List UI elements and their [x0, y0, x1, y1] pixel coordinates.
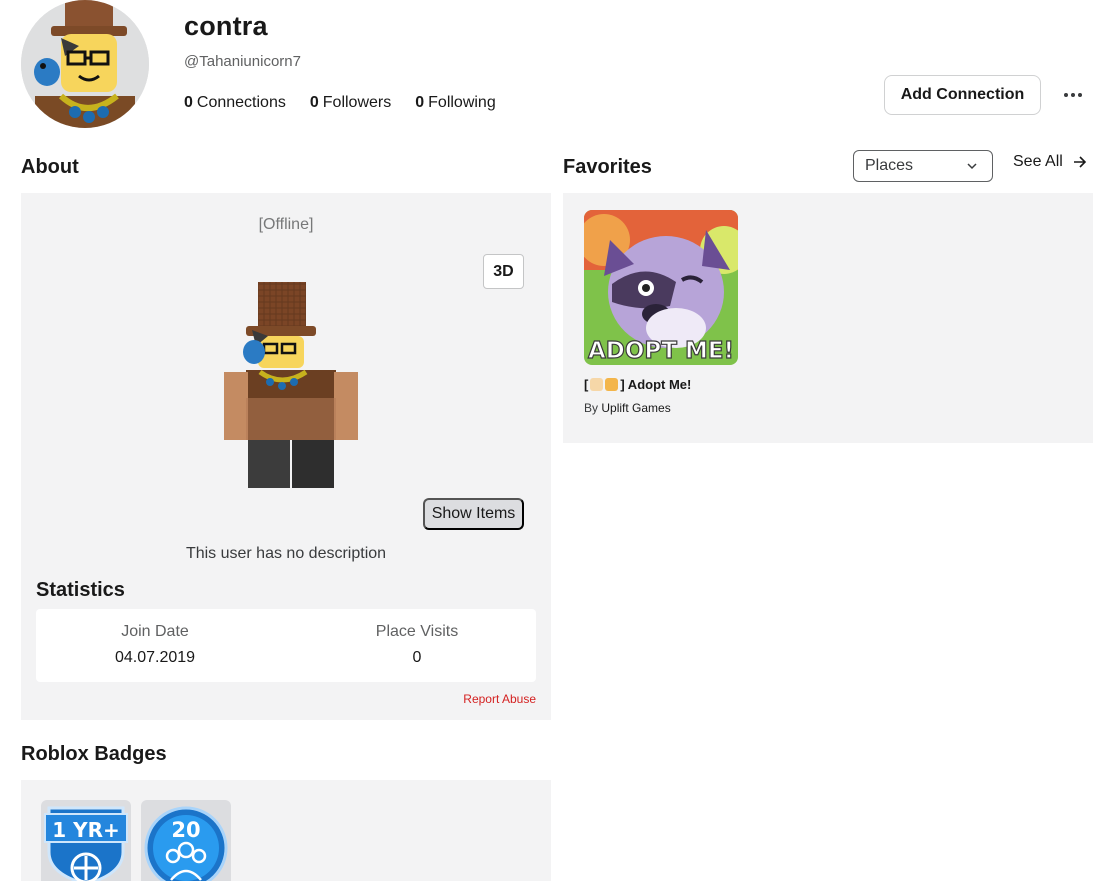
followers-link[interactable]: 0 Followers	[310, 94, 391, 112]
game-thumbnail[interactable]: ADOPT ME!	[584, 210, 738, 365]
join-date-stat: Join Date 04.07.2019	[65, 623, 245, 667]
display-name: contra	[184, 11, 268, 41]
game-name-suffix: ] Adopt Me!	[620, 377, 692, 392]
game-creator-link[interactable]: Uplift Games	[601, 401, 670, 415]
avatar-headshot[interactable]	[21, 0, 149, 128]
veteran-badge-icon[interactable]: 1 YR+	[41, 800, 131, 881]
game-name-prefix: [	[584, 377, 589, 392]
username: @Tahaniunicorn7	[184, 53, 301, 70]
game-name-link[interactable]: [ ] Adopt Me!	[584, 377, 691, 392]
report-abuse-link[interactable]: Report Abuse	[463, 692, 536, 706]
statistics-box: Join Date 04.07.2019 Place Visits 0	[36, 609, 536, 682]
favorites-filter-select[interactable]: Places	[853, 150, 993, 182]
place-visits-stat: Place Visits 0	[327, 623, 507, 667]
arrow-right-icon	[1073, 156, 1086, 168]
view-3d-button[interactable]: 3D	[483, 254, 524, 289]
show-items-button[interactable]: Show Items	[423, 498, 524, 530]
roblox-badges-title: Roblox Badges	[21, 743, 167, 765]
favorites-title: Favorites	[563, 156, 652, 178]
avatar-full-body	[216, 278, 366, 493]
dog-emoji-icon	[590, 378, 604, 391]
join-date-label: Join Date	[121, 623, 189, 640]
about-title: About	[21, 156, 79, 178]
game-creator: By Uplift Games	[584, 401, 671, 415]
following-link[interactable]: 0 Following	[415, 94, 496, 112]
see-all-label: See All	[1013, 153, 1063, 170]
favorites-panel: ADOPT ME! [ ] Adopt Me! By Uplift Games	[563, 193, 1093, 443]
game-creator-prefix: By	[584, 401, 599, 415]
statistics-title: Statistics	[36, 579, 125, 601]
ellipsis-icon[interactable]	[1062, 84, 1084, 106]
social-counts: 0 Connections 0 Followers 0 Following	[184, 94, 496, 112]
place-visits-value: 0	[412, 649, 422, 666]
following-count: 0	[415, 94, 425, 111]
followers-count: 0	[309, 94, 319, 111]
favorites-filter-value: Places	[865, 157, 914, 174]
friendship-badge-icon[interactable]: 20	[141, 800, 231, 881]
connections-count: 0	[184, 94, 193, 111]
following-label: Following	[428, 94, 496, 111]
friendship-badge-text: 20	[171, 818, 200, 842]
cat-emoji-icon	[605, 378, 619, 391]
about-panel: [Offline] 3D Show Items This user has no…	[21, 193, 551, 720]
see-all-link[interactable]: See All	[1013, 153, 1087, 171]
join-date-value: 04.07.2019	[114, 649, 196, 666]
place-visits-label: Place Visits	[375, 623, 459, 640]
connections-link[interactable]: 0 Connections	[184, 94, 286, 112]
badges-panel: 1 YR+ 20	[21, 780, 551, 881]
add-connection-button[interactable]: Add Connection	[884, 75, 1041, 115]
profile-description: This user has no description	[185, 545, 387, 562]
game-thumbnail-title: ADOPT ME!	[588, 338, 734, 364]
presence-status: [Offline]	[258, 216, 314, 233]
chevron-down-icon	[967, 163, 977, 170]
veteran-badge-text: 1 YR+	[52, 818, 120, 842]
connections-label: Connections	[196, 94, 286, 111]
followers-label: Followers	[322, 94, 392, 111]
